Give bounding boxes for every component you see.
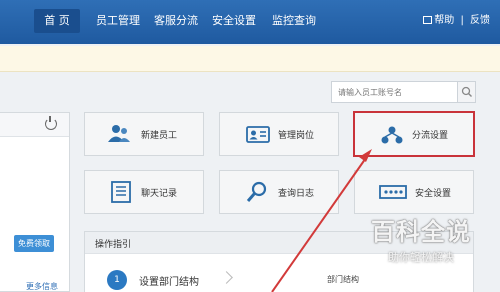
watermark-subtitle: 助你轻松解决 xyxy=(388,251,454,264)
tile-security-settings[interactable]: 安全设置 xyxy=(354,170,474,214)
chevron-right-icon xyxy=(220,271,233,284)
employee-search xyxy=(331,81,476,103)
top-right-links: 帮助 | 反馈 xyxy=(423,9,490,33)
tile-label: 管理岗位 xyxy=(278,130,315,141)
tile-new-employee[interactable]: 新建员工 xyxy=(84,112,204,156)
users-icon xyxy=(108,125,130,142)
left-panel xyxy=(0,112,70,292)
help-icon xyxy=(423,16,433,24)
nav-item-home[interactable]: 首 页 xyxy=(34,9,80,33)
watermark-logo: 百科全说 助你轻松解决 xyxy=(356,212,486,272)
tile-label: 聊天记录 xyxy=(141,188,178,199)
department-structure-label: 部门结构 xyxy=(327,275,359,284)
step-number-badge: 1 xyxy=(107,270,127,290)
more-info-link[interactable]: 更多信息 xyxy=(26,281,58,292)
password-icon xyxy=(379,185,407,199)
feedback-link[interactable]: 反馈 xyxy=(470,15,490,26)
id-card-icon xyxy=(246,126,270,143)
tile-label: 新建员工 xyxy=(141,130,178,141)
nav-item-monitoring-query[interactable]: 监控查询 xyxy=(270,9,318,33)
separator: | xyxy=(460,15,464,26)
tile-manage-positions[interactable]: 管理岗位 xyxy=(219,112,339,156)
free-claim-button[interactable]: 免费领取 xyxy=(14,235,54,252)
nav-item-security-settings[interactable]: 安全设置 xyxy=(210,9,258,33)
notice-bar xyxy=(0,46,500,72)
nav-item-customer-diversion[interactable]: 客服分流 xyxy=(152,9,200,33)
search-button[interactable] xyxy=(457,82,475,102)
document-icon xyxy=(111,181,131,203)
guide-title: 操作指引 xyxy=(95,240,132,250)
watermark-title: 百科全说 xyxy=(371,218,471,246)
step-label[interactable]: 设置部门结构 xyxy=(139,273,199,288)
left-panel-header xyxy=(0,113,69,137)
search-input[interactable] xyxy=(332,82,458,102)
tile-chat-records[interactable]: 聊天记录 xyxy=(84,170,204,214)
power-icon[interactable] xyxy=(45,116,57,130)
tile-diversion-settings[interactable]: 分流设置 xyxy=(353,111,475,157)
tile-label: 查询日志 xyxy=(278,188,315,199)
tile-label: 分流设置 xyxy=(412,130,449,141)
magnifier-icon xyxy=(246,181,267,202)
help-link[interactable]: 帮助 xyxy=(434,15,454,26)
tile-label: 安全设置 xyxy=(415,188,452,199)
top-nav-bar: 首 页 员工管理 客服分流 安全设置 监控查询 帮助 | 反馈 xyxy=(0,0,500,44)
diversion-icon xyxy=(381,126,403,144)
search-icon xyxy=(461,86,472,97)
nav-item-employee-management[interactable]: 员工管理 xyxy=(94,9,142,33)
tile-query-logs[interactable]: 查询日志 xyxy=(219,170,339,214)
